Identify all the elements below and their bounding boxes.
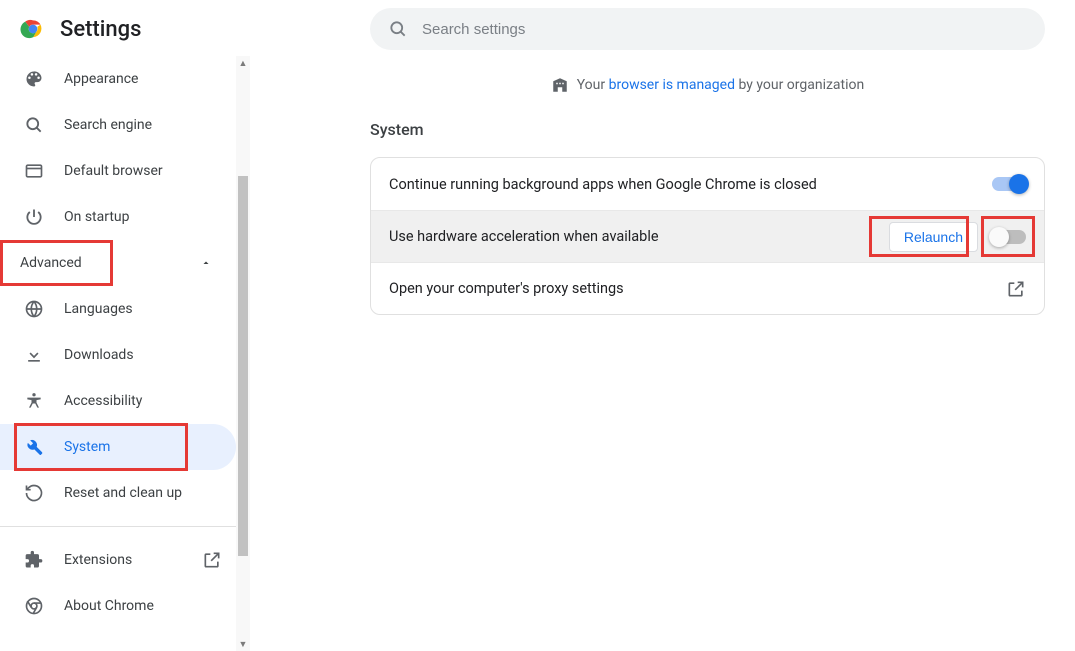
chrome-icon — [24, 596, 44, 616]
sidebar-scroll: Appearance Search engine Default browser… — [0, 56, 250, 651]
managed-banner: Your browser is managed by your organiza… — [370, 76, 1045, 94]
search-icon — [24, 115, 44, 135]
search-icon — [388, 19, 408, 39]
chevron-up-icon — [200, 257, 212, 269]
sidebar-item-label: On startup — [64, 209, 130, 225]
divider — [0, 526, 236, 527]
sidebar-item-appearance[interactable]: Appearance — [0, 56, 236, 102]
scroll-down-icon[interactable]: ▼ — [236, 637, 250, 651]
sidebar-item-label: Reset and clean up — [64, 485, 182, 501]
download-icon — [24, 345, 44, 365]
toggle-hardware-accel[interactable] — [992, 230, 1026, 244]
setting-label: Continue running background apps when Go… — [389, 176, 978, 193]
search-settings-box[interactable] — [370, 8, 1045, 50]
sidebar-item-downloads[interactable]: Downloads — [0, 332, 236, 378]
sidebar-item-label: About Chrome — [64, 598, 154, 614]
sidebar-section-advanced[interactable]: Advanced — [0, 240, 236, 286]
sidebar: Settings Appearance Search engine Defaul… — [0, 0, 250, 651]
sidebar-item-extensions[interactable]: Extensions — [0, 537, 236, 583]
relaunch-button[interactable]: Relaunch — [889, 222, 978, 252]
main-content: Your browser is managed by your organiza… — [250, 0, 1075, 651]
sidebar-item-system[interactable]: System — [0, 424, 236, 470]
managed-text: Your browser is managed by your organiza… — [577, 77, 865, 93]
sidebar-item-search-engine[interactable]: Search engine — [0, 102, 236, 148]
section-heading: System — [370, 120, 1045, 139]
globe-icon — [24, 299, 44, 319]
toggle-background-apps[interactable] — [992, 177, 1026, 191]
settings-card: Continue running background apps when Go… — [370, 157, 1045, 315]
sidebar-item-label: Appearance — [64, 71, 138, 87]
extension-icon — [24, 550, 44, 570]
sidebar-header: Settings — [0, 0, 250, 56]
managed-link[interactable]: browser is managed — [609, 77, 735, 93]
page-title: Settings — [60, 17, 141, 42]
sidebar-item-accessibility[interactable]: Accessibility — [0, 378, 236, 424]
search-input[interactable] — [422, 21, 1027, 38]
scroll-up-icon[interactable]: ▲ — [236, 56, 250, 70]
sidebar-item-reset[interactable]: Reset and clean up — [0, 470, 236, 516]
external-link-icon — [1006, 279, 1026, 299]
sidebar-item-default-browser[interactable]: Default browser — [0, 148, 236, 194]
sidebar-item-label: Accessibility — [64, 393, 142, 409]
wrench-icon — [24, 437, 44, 457]
sidebar-item-on-startup[interactable]: On startup — [0, 194, 236, 240]
sidebar-item-languages[interactable]: Languages — [0, 286, 236, 332]
accessibility-icon — [24, 391, 44, 411]
scrollbar[interactable]: ▲ ▼ — [236, 56, 250, 651]
sidebar-item-label: Downloads — [64, 347, 134, 363]
sidebar-item-label: Search engine — [64, 117, 152, 133]
power-icon — [24, 207, 44, 227]
setting-label: Open your computer's proxy settings — [389, 280, 992, 297]
sidebar-item-label: Extensions — [64, 552, 132, 568]
sidebar-item-label: System — [64, 439, 110, 455]
scrollbar-thumb[interactable] — [238, 176, 248, 556]
advanced-label: Advanced — [20, 255, 82, 271]
setting-row-hardware-accel: Use hardware acceleration when available… — [371, 210, 1044, 262]
browser-icon — [24, 161, 44, 181]
setting-label: Use hardware acceleration when available — [389, 228, 875, 245]
sidebar-item-about-chrome[interactable]: About Chrome — [0, 583, 236, 629]
setting-row-background-apps: Continue running background apps when Go… — [371, 158, 1044, 210]
restore-icon — [24, 483, 44, 503]
external-link-icon — [202, 550, 222, 570]
sidebar-item-label: Languages — [64, 301, 133, 317]
sidebar-item-label: Default browser — [64, 163, 163, 179]
palette-icon — [24, 69, 44, 89]
setting-row-proxy[interactable]: Open your computer's proxy settings — [371, 262, 1044, 314]
building-icon — [551, 76, 569, 94]
chrome-logo-icon — [20, 16, 46, 42]
